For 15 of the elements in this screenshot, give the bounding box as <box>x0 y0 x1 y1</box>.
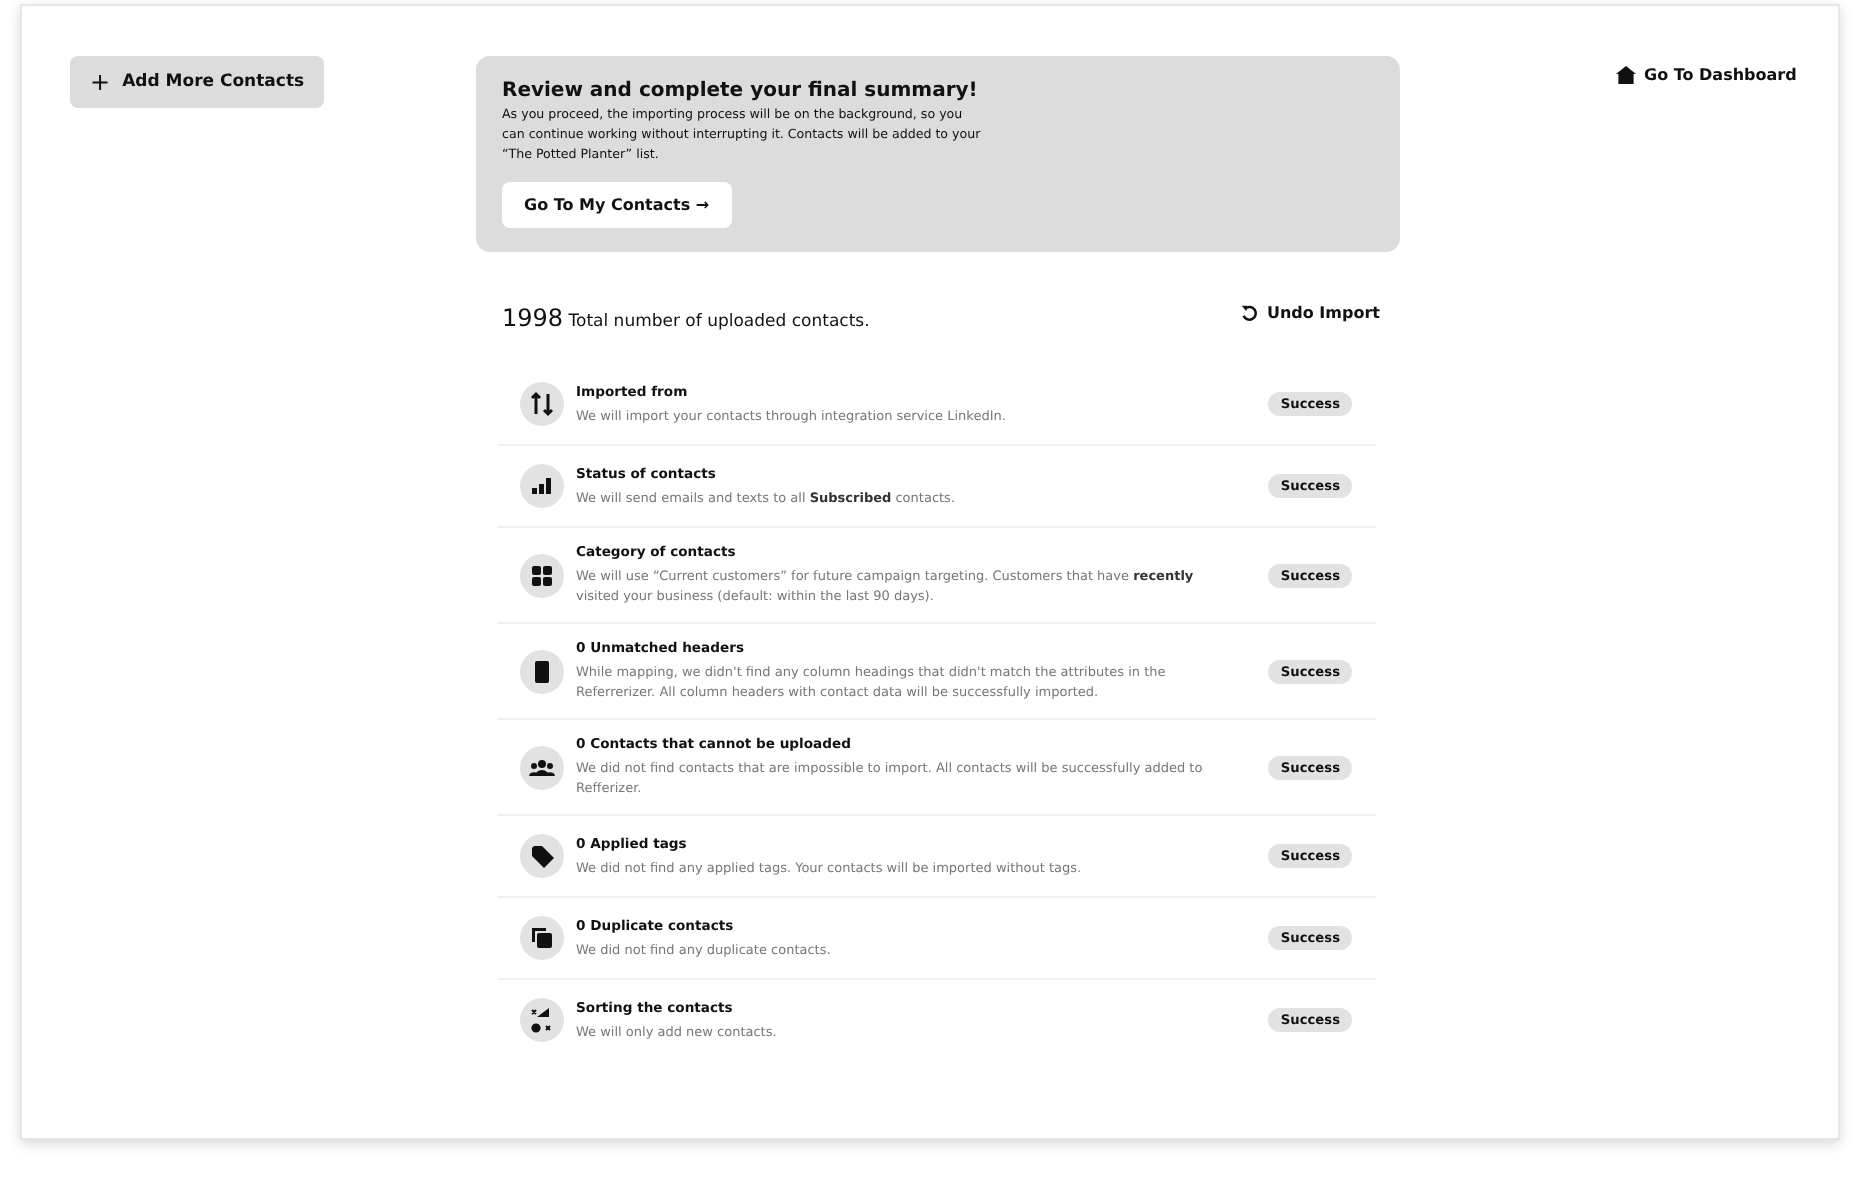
total-count-text: 1998 Total number of uploaded contacts. <box>502 304 870 332</box>
document-icon <box>520 649 564 693</box>
bar-chart-icon <box>520 464 564 508</box>
arrows-icon <box>520 382 564 426</box>
add-contacts-button[interactable]: + Add More Contacts <box>70 56 325 108</box>
go-to-contacts-button[interactable]: Go To My Contacts → <box>502 182 732 228</box>
people-icon <box>520 745 564 789</box>
undo-import-button[interactable]: Undo Import <box>1240 304 1380 322</box>
banner-title: Review and complete your final summary! <box>502 80 980 102</box>
home-icon <box>1616 66 1636 84</box>
grid-icon <box>520 553 564 597</box>
undo-icon <box>1240 304 1259 322</box>
dashboard-link[interactable]: Go To Dashboard <box>1616 66 1838 84</box>
tag-icon <box>520 834 564 878</box>
copy-icon <box>520 916 564 960</box>
